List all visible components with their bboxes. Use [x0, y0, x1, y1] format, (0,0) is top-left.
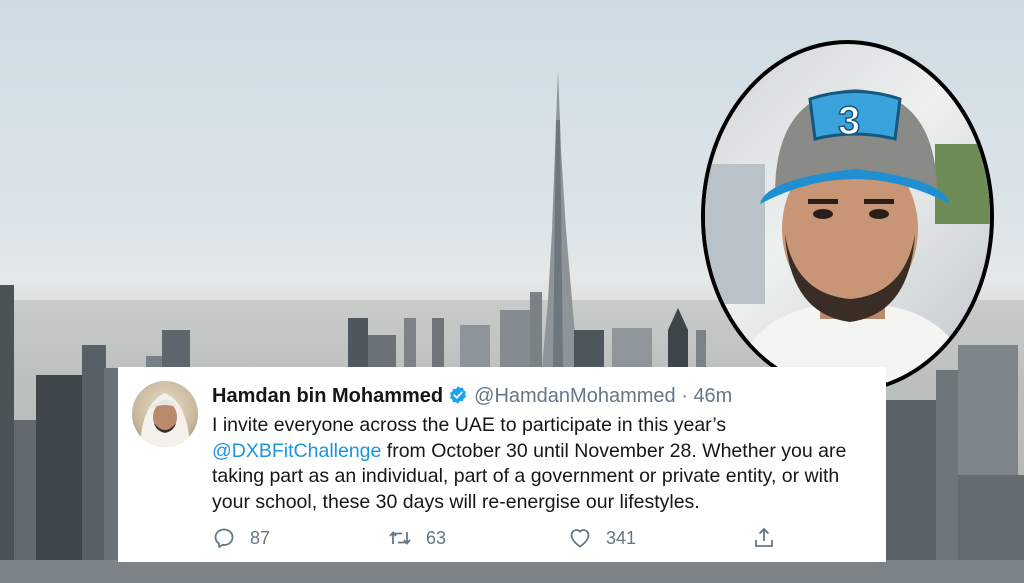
header-separator: ·	[681, 385, 688, 407]
retweet-icon	[389, 531, 411, 545]
share-icon	[755, 527, 773, 547]
share-button[interactable]	[752, 525, 790, 551]
retweet-button[interactable]: 63	[388, 525, 446, 551]
tweet-timestamp[interactable]: 46m	[693, 385, 732, 407]
reply-button[interactable]: 87	[212, 525, 270, 551]
portrait-illustration: 3	[705, 89, 990, 389]
tweet-text: I invite everyone across the UAE to part…	[212, 413, 877, 515]
retweet-count: 63	[426, 527, 447, 548]
mention-link[interactable]: @DXBFitChallenge	[212, 440, 381, 462]
avatar[interactable]	[132, 381, 198, 447]
tweet-header: Hamdan bin Mohammed @HamdanMohammed · 46m	[212, 383, 732, 409]
tweet-text-part1: I invite everyone across the UAE to part…	[212, 414, 727, 436]
reply-icon	[214, 528, 234, 548]
reply-count: 87	[250, 527, 271, 548]
tweet-card: Hamdan bin Mohammed @HamdanMohammed · 46m…	[118, 367, 886, 562]
verified-badge-icon	[448, 385, 468, 405]
tweet-actions: 87 63 341	[212, 525, 872, 551]
heart-icon	[570, 529, 590, 548]
author-handle[interactable]: @HamdanMohammed	[474, 385, 676, 407]
svg-text:3: 3	[838, 99, 860, 143]
like-count: 341	[606, 527, 637, 548]
like-button[interactable]: 341	[568, 525, 636, 551]
avatar-illustration	[140, 393, 190, 447]
author-name[interactable]: Hamdan bin Mohammed	[212, 385, 443, 407]
profile-portrait-photo: 3	[701, 40, 994, 393]
